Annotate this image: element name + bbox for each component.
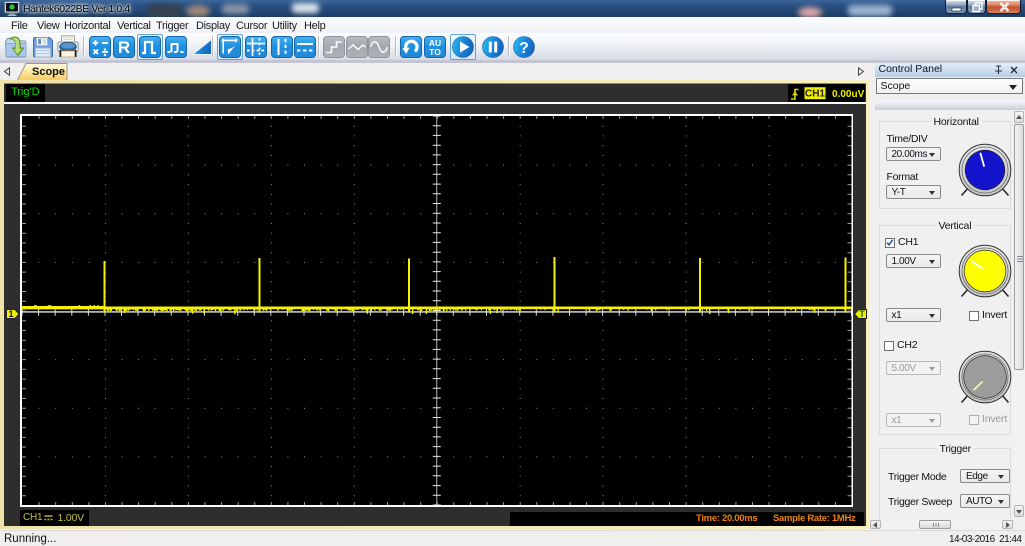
svg-text:1: 1	[8, 309, 13, 319]
svg-text:0.00uV: 0.00uV	[832, 89, 864, 100]
svg-text:T: T	[859, 309, 865, 319]
svg-text:R: R	[118, 38, 130, 57]
svg-text:CH1: CH1	[805, 89, 825, 100]
svg-text:TO: TO	[429, 47, 441, 57]
svg-text:?: ?	[519, 40, 528, 57]
